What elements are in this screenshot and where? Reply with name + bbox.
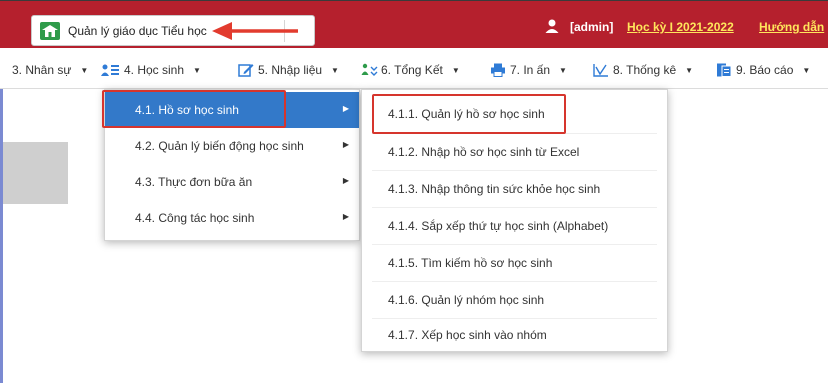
submenu-item-nhap-excel[interactable]: 4.1.2. Nhập hồ sơ học sinh từ Excel <box>362 134 667 170</box>
submenu-item-sap-xep[interactable]: 4.1.4. Sắp xếp thứ tự học sinh (Alphabet… <box>362 208 667 244</box>
submenu-item-label: 4.1.2. Nhập hồ sơ học sinh từ Excel <box>388 145 580 159</box>
caret-right-icon: ▶ <box>342 104 349 113</box>
menu-thong-ke[interactable]: 8. Thống kê ▼ <box>593 62 693 78</box>
caret-down-icon: ▼ <box>80 65 89 75</box>
module-selector-label: Quản lý giáo dục Tiểu học <box>68 24 207 38</box>
menu-in-an[interactable]: 7. In ấn ▼ <box>490 62 567 78</box>
menu-nhan-su[interactable]: 3. Nhân sự ▼ <box>12 62 88 78</box>
submenu-item-nhom[interactable]: 4.1.6. Quản lý nhóm học sinh <box>362 282 667 318</box>
summary-icon <box>361 63 378 77</box>
term-link[interactable]: Học kỳ I 2021-2022 <box>627 20 734 34</box>
submenu-item-thuc-don[interactable]: 4.3. Thực đơn bữa ăn ▶ <box>105 164 359 200</box>
user-icon <box>545 19 559 33</box>
caret-right-icon: ▶ <box>342 176 349 185</box>
caret-down-icon: ▼ <box>451 65 460 75</box>
user-name[interactable]: [admin] <box>570 20 613 34</box>
caret-down-icon: ▼ <box>802 65 811 75</box>
students-icon <box>100 63 119 77</box>
submenu-item-label: 4.4. Công tác học sinh <box>135 211 255 225</box>
submenu-item-label: 4.1.6. Quản lý nhóm học sinh <box>388 293 545 307</box>
caret-down-icon: ▼ <box>193 65 201 75</box>
help-link[interactable]: Hướng dẫn <box>759 20 824 34</box>
caret-right-icon: ▶ <box>342 140 349 149</box>
top-header-bar: Quản lý giáo dục Tiểu học [admin] Học kỳ… <box>0 0 828 48</box>
left-panel-edge <box>0 89 3 383</box>
submenu-item-xep-nhom[interactable]: 4.1.7. Xếp học sinh vào nhóm <box>362 317 667 353</box>
school-icon <box>40 22 60 40</box>
menu-label: 4. Học sinh <box>124 63 185 77</box>
menu-label: 9. Báo cáo <box>736 63 794 77</box>
submenu-item-ho-so-hoc-sinh[interactable]: 4.1. Hồ sơ học sinh ▶ <box>105 92 359 128</box>
menu-hoc-sinh[interactable]: 4. Học sinh ▼ <box>100 62 201 78</box>
submenu-item-label: 4.3. Thực đơn bữa ăn <box>135 175 253 189</box>
submenu-hoc-sinh: 4.1. Hồ sơ học sinh ▶ 4.2. Quản lý biến … <box>104 89 360 241</box>
submenu-item-quan-ly-ho-so[interactable]: 4.1.1. Quản lý hồ sơ học sinh <box>362 96 667 132</box>
menu-nhap-lieu[interactable]: 5. Nhập liệu ▼ <box>238 62 339 78</box>
submenu-item-tim-kiem[interactable]: 4.1.5. Tìm kiếm hồ sơ học sinh <box>362 245 667 281</box>
edit-icon <box>238 63 254 77</box>
submenu-item-label: 4.1.1. Quản lý hồ sơ học sinh <box>388 107 545 121</box>
submenu-item-label: 4.1.5. Tìm kiếm hồ sơ học sinh <box>388 256 553 270</box>
menu-label: 7. In ấn <box>510 63 551 77</box>
caret-down-icon: ▼ <box>331 65 339 75</box>
submenu-item-bien-dong[interactable]: 4.2. Quản lý biến động học sinh ▶ <box>105 128 359 164</box>
submenu-item-suc-khoe[interactable]: 4.1.3. Nhập thông tin sức khỏe học sinh <box>362 171 667 207</box>
caret-down-icon: ▼ <box>559 65 567 75</box>
left-panel-block <box>3 142 68 204</box>
menu-label: 3. Nhân sự <box>12 63 72 77</box>
submenu-item-label: 4.1. Hồ sơ học sinh <box>135 103 239 117</box>
submenu-item-label: 4.1.7. Xếp học sinh vào nhóm <box>388 328 547 342</box>
chart-icon <box>593 63 609 77</box>
submenu-item-cong-tac[interactable]: 4.4. Công tác học sinh ▶ <box>105 200 359 236</box>
submenu-item-label: 4.2. Quản lý biến động học sinh <box>135 139 304 153</box>
menu-bao-cao[interactable]: 9. Báo cáo ▼ <box>716 62 810 78</box>
submenu-item-label: 4.1.4. Sắp xếp thứ tự học sinh (Alphabet… <box>388 219 609 233</box>
submenu-item-label: 4.1.3. Nhập thông tin sức khỏe học sinh <box>388 182 601 196</box>
submenu-ho-so: 4.1.1. Quản lý hồ sơ học sinh 4.1.2. Nhậ… <box>361 89 668 352</box>
menu-tong-ket[interactable]: 6. Tổng Kết ▼ <box>361 62 460 78</box>
main-menu-bar: 3. Nhân sự ▼ 4. Học sinh ▼ 5. Nhập liệu ▼ <box>0 49 828 89</box>
red-arrow-annotation <box>212 22 298 40</box>
menu-label: 8. Thống kê <box>613 63 677 77</box>
menu-label: 5. Nhập liệu <box>258 63 323 77</box>
menu-label: 6. Tổng Kết <box>381 63 443 77</box>
printer-icon <box>490 63 506 77</box>
caret-right-icon: ▶ <box>342 212 349 221</box>
caret-down-icon: ▼ <box>685 65 694 75</box>
report-icon <box>716 63 732 77</box>
